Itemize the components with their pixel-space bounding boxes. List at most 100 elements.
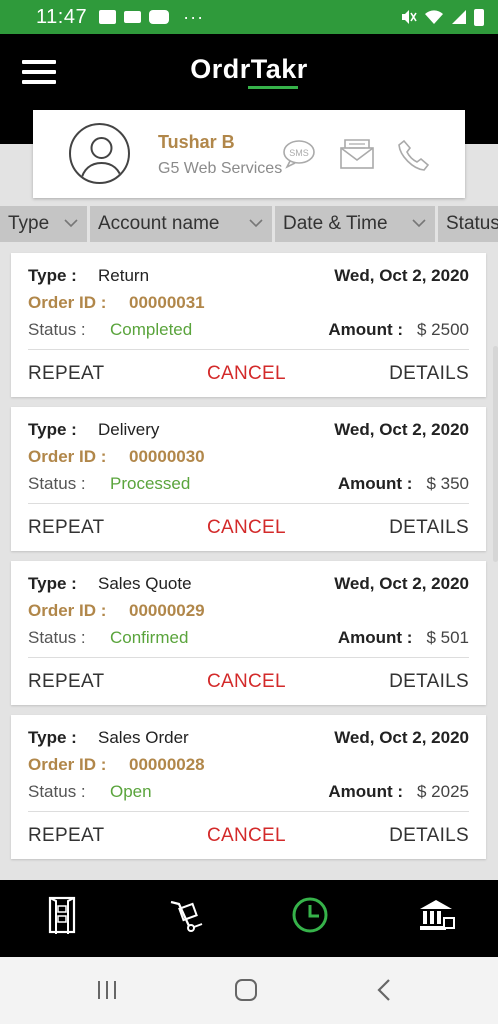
amount-label: Amount : <box>337 474 413 493</box>
column-header-bar: Type Account name Date & Time Status <box>0 206 498 242</box>
order-amount-row: Amount : $ 2500 <box>328 320 469 340</box>
user-icon <box>80 137 123 182</box>
home-icon[interactable] <box>226 975 266 1005</box>
cancel-button[interactable]: CANCEL <box>207 825 286 847</box>
order-id-row: Order ID : 00000031 <box>28 293 205 313</box>
order-status: Processed <box>110 474 191 493</box>
sms-icon[interactable]: SMS <box>281 138 317 175</box>
order-amount: $ 501 <box>426 628 469 647</box>
order-type-row: Type : Return <box>28 266 149 286</box>
details-button[interactable]: DETAILS <box>389 363 469 385</box>
type-label: Type : <box>28 266 77 285</box>
repeat-button[interactable]: REPEAT <box>28 363 104 385</box>
catalog-icon[interactable] <box>37 890 87 940</box>
recent-apps-icon[interactable] <box>87 975 127 1005</box>
order-id-row: Order ID : 00000028 <box>28 755 205 775</box>
repeat-button[interactable]: REPEAT <box>28 671 104 693</box>
order-amount-row: Amount : $ 501 <box>338 628 469 648</box>
card-divider <box>28 657 469 658</box>
order-id: 00000031 <box>129 293 205 312</box>
status-time: 11:47 <box>36 5 88 28</box>
phone-icon[interactable] <box>397 138 431 177</box>
cancel-button[interactable]: CANCEL <box>207 671 286 693</box>
back-icon[interactable] <box>365 975 405 1005</box>
column-label: Status <box>446 213 498 234</box>
order-type: Sales Order <box>98 728 189 747</box>
overflow-icon: ··· <box>183 6 205 27</box>
card-divider <box>28 349 469 350</box>
order-status: Completed <box>110 320 193 339</box>
order-date: Wed, Oct 2, 2020 <box>334 420 469 439</box>
app-logo: OrdrTakr <box>190 54 308 84</box>
profile-company: G5 Web Services <box>158 160 283 177</box>
mail-icon <box>124 11 142 23</box>
order-amount: $ 2500 <box>417 320 469 339</box>
order-status-row: Status : Confirmed <box>28 628 188 648</box>
order-status-row: Status : Open <box>28 782 152 802</box>
order-date: Wed, Oct 2, 2020 <box>334 266 469 285</box>
status-label: Status : <box>28 474 86 493</box>
signal-icon <box>452 10 466 24</box>
sms-label: SMS <box>289 148 309 158</box>
card-divider <box>28 503 469 504</box>
image-icon <box>99 10 117 24</box>
order-card[interactable]: Type : Sales Order Wed, Oct 2, 2020 Order… <box>11 715 486 859</box>
history-icon[interactable] <box>285 890 335 940</box>
repeat-button[interactable]: REPEAT <box>28 517 104 539</box>
cancel-button[interactable]: CANCEL <box>207 517 286 539</box>
order-id: 00000029 <box>129 601 205 620</box>
scrollbar[interactable] <box>493 346 498 562</box>
system-nav-bar <box>0 957 498 1024</box>
order-card[interactable]: Type : Delivery Wed, Oct 2, 2020 Order ID… <box>11 407 486 551</box>
order-card[interactable]: Type : Sales Quote Wed, Oct 2, 2020 Order… <box>11 561 486 705</box>
wifi-icon <box>425 10 443 24</box>
column-status[interactable]: Status <box>438 206 498 242</box>
status-notification-icons: ··· <box>99 7 204 28</box>
amount-label: Amount : <box>328 782 403 801</box>
order-amount: $ 2025 <box>417 782 469 801</box>
mail-icon[interactable] <box>339 138 375 175</box>
chevron-down-icon <box>412 219 426 228</box>
type-label: Type : <box>28 728 77 747</box>
column-type[interactable]: Type <box>0 206 87 242</box>
order-status: Open <box>110 782 152 801</box>
details-button[interactable]: DETAILS <box>389 517 469 539</box>
details-button[interactable]: DETAILS <box>389 825 469 847</box>
bottom-nav <box>0 880 498 957</box>
mute-icon <box>402 10 417 24</box>
cancel-button[interactable]: CANCEL <box>207 363 286 385</box>
bank-icon[interactable] <box>411 890 461 940</box>
order-status-row: Status : Completed <box>28 320 192 340</box>
cart-icon[interactable] <box>161 890 211 940</box>
logo-underline <box>248 86 298 89</box>
column-label: Date & Time <box>283 213 388 234</box>
battery-icon <box>474 8 484 26</box>
order-type-row: Type : Sales Order <box>28 728 189 748</box>
amount-label: Amount : <box>328 320 403 339</box>
column-label: Account name <box>98 213 220 234</box>
avatar <box>69 123 130 184</box>
order-type-row: Type : Delivery <box>28 420 159 440</box>
order-card[interactable]: Type : Return Wed, Oct 2, 2020 Order ID :… <box>11 253 486 397</box>
status-label: Status : <box>28 628 86 647</box>
type-label: Type : <box>28 420 77 439</box>
column-label: Type <box>8 213 50 234</box>
order-amount: $ 350 <box>426 474 469 493</box>
order-type: Return <box>98 266 150 285</box>
youtube-icon <box>149 10 170 24</box>
order-id-label: Order ID : <box>28 447 107 466</box>
order-id-row: Order ID : 00000030 <box>28 447 205 467</box>
amount-label: Amount : <box>337 628 413 647</box>
order-status-row: Status : Processed <box>28 474 190 494</box>
profile-name: Tushar B <box>158 132 235 152</box>
chevron-down-icon <box>64 219 78 228</box>
details-button[interactable]: DETAILS <box>389 671 469 693</box>
repeat-button[interactable]: REPEAT <box>28 825 104 847</box>
status-bar: 11:47 ··· <box>0 0 498 34</box>
chevron-down-icon <box>249 219 263 228</box>
profile-card: Tushar B G5 Web Services SMS <box>33 110 465 198</box>
order-date: Wed, Oct 2, 2020 <box>334 574 469 593</box>
column-date-time[interactable]: Date & Time <box>275 206 435 242</box>
order-date: Wed, Oct 2, 2020 <box>334 728 469 747</box>
column-account-name[interactable]: Account name <box>90 206 272 242</box>
